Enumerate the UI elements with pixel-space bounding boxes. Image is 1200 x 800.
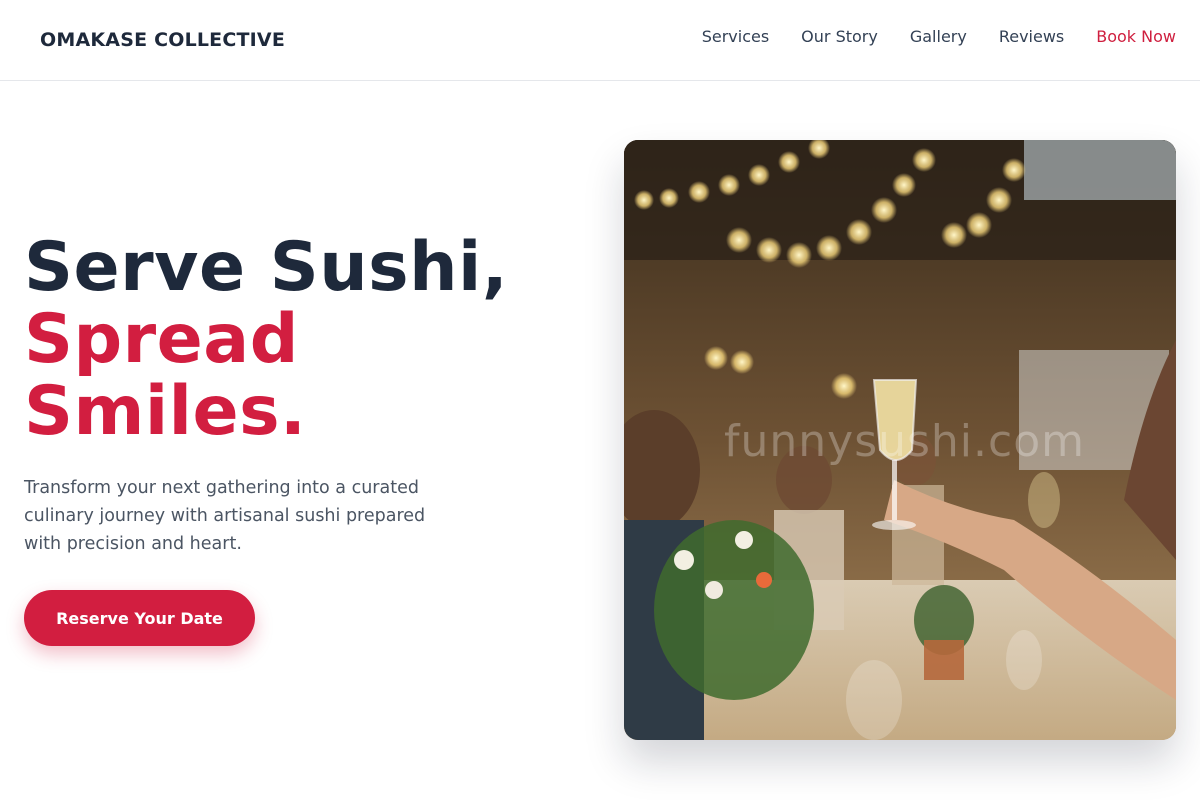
nav-link-book-now[interactable]: Book Now (1096, 27, 1176, 46)
top-navbar: OMAKASE COLLECTIVE Services Our Story Ga… (0, 0, 1200, 81)
hero-photo-celebration: funnysushi.com (624, 140, 1176, 740)
image-watermark: funnysushi.com (724, 416, 1085, 467)
headline-line-3: Smiles. (24, 372, 307, 451)
nav-link-services[interactable]: Services (702, 27, 769, 46)
reserve-your-date-button[interactable]: Reserve Your Date (24, 590, 255, 646)
headline-line-1: Serve Sushi, (24, 228, 509, 307)
nav-link-our-story[interactable]: Our Story (801, 27, 878, 46)
main-nav: Services Our Story Gallery Reviews Book … (702, 27, 1176, 46)
headline-line-2: Spread (24, 300, 299, 379)
brand-logo[interactable]: OMAKASE COLLECTIVE (40, 29, 285, 51)
hero-headline: Serve Sushi, Spread Smiles. (24, 232, 508, 448)
hero-subtitle: Transform your next gathering into a cur… (24, 478, 426, 554)
nav-link-reviews[interactable]: Reviews (999, 27, 1064, 46)
nav-link-gallery[interactable]: Gallery (910, 27, 967, 46)
